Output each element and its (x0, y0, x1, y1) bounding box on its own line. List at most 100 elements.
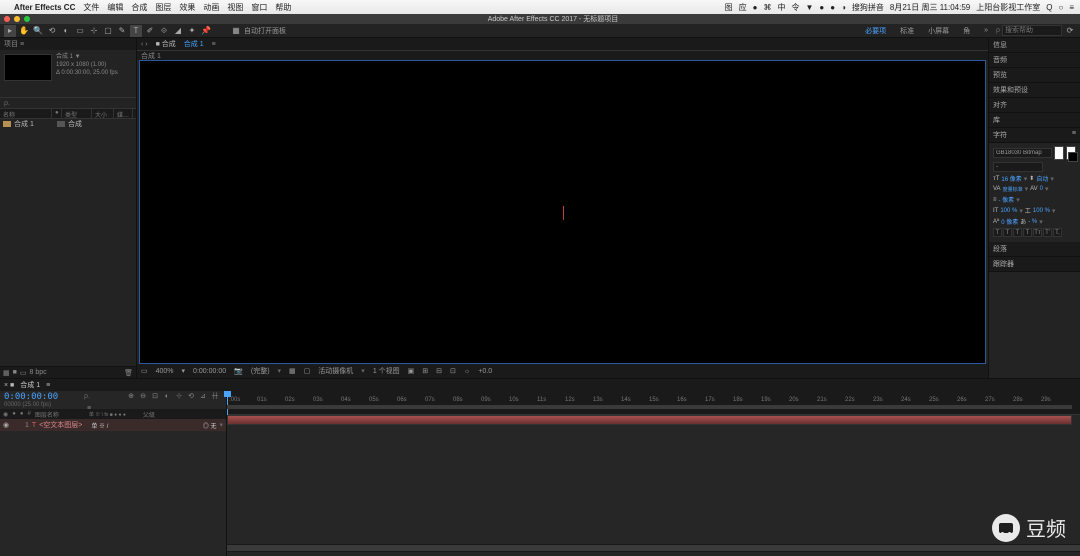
status-icon[interactable]: 图 (725, 2, 733, 13)
composition-viewer[interactable] (139, 60, 986, 364)
audio-panel-header[interactable]: 音频 (989, 53, 1080, 68)
col-solo[interactable]: ● (20, 411, 24, 417)
exposure-value[interactable]: +0.0 (478, 368, 492, 375)
new-folder-icon[interactable]: ■ (13, 369, 17, 376)
zoom-dropdown[interactable]: 400% (156, 368, 174, 375)
tl-tool-icon[interactable]: ⊹ (174, 391, 184, 401)
menu-view[interactable]: 视图 (227, 2, 243, 13)
project-panel-header[interactable]: 项目 ≡ (0, 38, 136, 50)
hand-tool-icon[interactable]: ✋ (18, 25, 30, 37)
timeline-search[interactable]: ρ. (84, 393, 124, 400)
col-parent[interactable]: 父级 (143, 410, 155, 419)
layer-parent[interactable]: ◎ 无 (203, 421, 217, 430)
col-size[interactable]: 大小 (92, 109, 114, 118)
workspace-standard[interactable]: 标准 (894, 25, 920, 37)
status-icon[interactable]: 应 (739, 2, 747, 13)
resolution-icon[interactable]: ▭ (141, 367, 148, 375)
shape-tool-icon[interactable]: ▢ (102, 25, 114, 37)
info-panel-header[interactable]: 信息 (989, 38, 1080, 53)
orbit-tool-icon[interactable]: ⟲ (46, 25, 58, 37)
app-name[interactable]: After Effects CC (14, 3, 75, 12)
timeline-scrollbar[interactable] (227, 544, 1080, 552)
user-label[interactable]: 上阳台影视工作室 (976, 2, 1040, 13)
subscript2[interactable]: T, (1053, 228, 1062, 237)
layer-track[interactable] (227, 415, 1080, 427)
anchor-tool-icon[interactable]: ⊹ (88, 25, 100, 37)
camera-dropdown[interactable]: 活动摄像机 (318, 366, 353, 376)
fill-color[interactable] (1054, 146, 1064, 160)
view-icon[interactable]: ⊟ (436, 367, 442, 375)
layer-name[interactable]: <空文本图层> (39, 420, 82, 430)
timeline-tracks[interactable]: :00s01s02s03s04s05s06s07s08s09s10s11s12s… (227, 391, 1080, 556)
project-row[interactable]: 合成 1 合成 (0, 119, 136, 129)
snapshot-icon[interactable]: 📷 (234, 367, 243, 375)
menu-layer[interactable]: 图层 (155, 2, 171, 13)
bpc-label[interactable]: 8 bpc (29, 369, 46, 376)
col-switches[interactable]: 单 ※ \ fx ■ ● ● ● (89, 411, 139, 418)
kerning[interactable]: 度量标准 (1003, 186, 1023, 193)
minimize-button[interactable] (14, 16, 20, 22)
quality-dropdown[interactable]: (完整) (251, 366, 270, 376)
view-icon[interactable]: ▣ (408, 367, 415, 375)
time-ruler[interactable]: :00s01s02s03s04s05s06s07s08s09s10s11s12s… (227, 391, 1080, 415)
align-panel-header[interactable]: 对齐 (989, 98, 1080, 113)
tl-tool-icon[interactable]: ⊖ (138, 391, 148, 401)
project-item[interactable]: 合成 1 ▼ 1920 x 1080 (1.00) Δ 0:00:30:00, … (0, 50, 136, 85)
exposure-icon[interactable]: ☼ (464, 368, 470, 375)
workspace-essentials[interactable]: 必要项 (859, 25, 892, 37)
rotate-tool-icon[interactable]: ◐ (60, 25, 72, 37)
view-icon[interactable]: ⊡ (450, 367, 456, 375)
preview-panel-header[interactable]: 预览 (989, 68, 1080, 83)
selection-tool-icon[interactable]: ▸ (4, 25, 16, 37)
time-display[interactable]: 0:00:00:00 (193, 368, 226, 375)
tl-tool-icon[interactable]: ⊡ (150, 391, 160, 401)
leading[interactable]: 自动 (1036, 174, 1048, 183)
tl-tool-icon[interactable]: ⊕ (126, 391, 136, 401)
ime-label[interactable]: 搜狗拼音 (852, 2, 884, 13)
comp-tab-nav[interactable]: ‹ › (141, 41, 148, 48)
col-name[interactable]: 名称 (0, 109, 52, 118)
font-dropdown[interactable] (993, 148, 1052, 158)
subscript[interactable]: T′ (1043, 228, 1052, 237)
font-size[interactable]: 16 像素 (1001, 174, 1021, 183)
superscript[interactable]: Tт (1033, 228, 1042, 237)
puppet-tool-icon[interactable]: 📌 (200, 25, 212, 37)
zoom-tool-icon[interactable]: 🔍 (32, 25, 44, 37)
status-icon[interactable]: ▼ (805, 3, 813, 12)
timeline-layer[interactable]: ◉ 1 T <空文本图层> 单 ※ / ◎ 无 ▾ (0, 419, 226, 431)
paragraph-panel-header[interactable]: 段落 (989, 242, 1080, 257)
visibility-toggle[interactable]: ◉ (3, 421, 11, 429)
close-button[interactable] (4, 16, 10, 22)
col-layer-name[interactable]: 图层名称 (35, 410, 85, 419)
mask-icon[interactable]: ▢ (304, 367, 311, 375)
status-icon[interactable]: ● (753, 3, 758, 12)
trash-icon[interactable]: 🗑 (124, 369, 133, 377)
text-tool-icon[interactable]: T (130, 25, 142, 37)
col-label[interactable]: ● (52, 109, 62, 118)
menu-effect[interactable]: 效果 (179, 2, 195, 13)
views-dropdown[interactable]: 1 个视图 (373, 366, 400, 376)
status-icon[interactable]: ◑ (841, 3, 846, 12)
menu-comp[interactable]: 合成 (131, 2, 147, 13)
grid-icon[interactable]: ▦ (289, 367, 296, 375)
sync-icon[interactable]: ⟳ (1064, 25, 1076, 37)
col-media[interactable]: 媒… (114, 109, 133, 118)
layer-bar[interactable] (227, 415, 1072, 425)
pen-tool-icon[interactable]: ✎ (116, 25, 128, 37)
roto-tool-icon[interactable]: ✦ (186, 25, 198, 37)
help-search[interactable] (1002, 25, 1062, 36)
spotlight-icon[interactable]: Q (1046, 3, 1052, 12)
timeline-tab-menu[interactable]: ≡ (46, 382, 50, 389)
faux-bold[interactable]: T (993, 228, 1002, 237)
baseline[interactable]: 0 像素 (1001, 217, 1018, 226)
snap-toggle-icon[interactable]: ▦ (230, 25, 242, 37)
timecode-display[interactable]: 0:00:00:00 00000 (25.00 fps) (0, 391, 80, 409)
workspace-small[interactable]: 小屏幕 (922, 25, 955, 37)
hscale[interactable]: 100 % (1033, 208, 1050, 214)
stroke-width[interactable]: - 像素 (999, 195, 1015, 204)
comp-tab-close[interactable]: ≡ (212, 41, 216, 48)
comp-tab[interactable]: 合成 1 (184, 39, 204, 49)
time-navigator[interactable] (227, 405, 1072, 409)
effects-panel-header[interactable]: 效果和预设 (989, 83, 1080, 98)
scrollbar-thumb[interactable] (227, 545, 1080, 551)
